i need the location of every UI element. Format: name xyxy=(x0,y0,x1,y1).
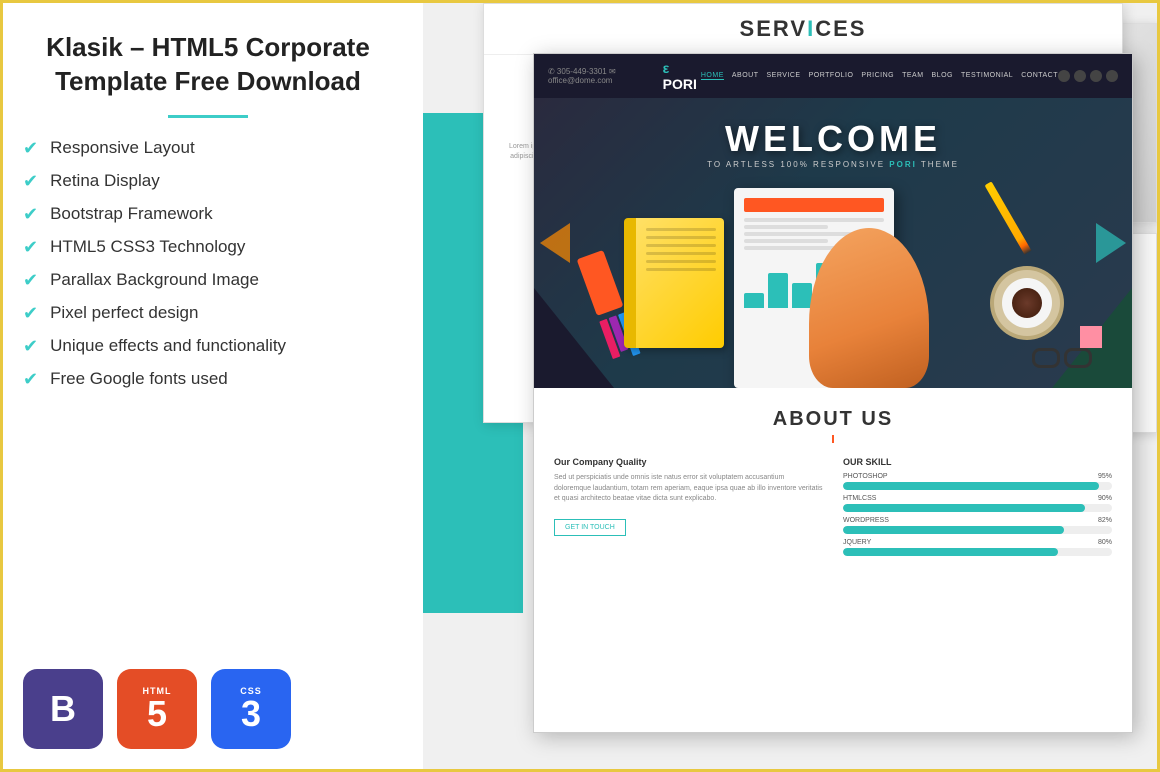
services-header: SERVICES xyxy=(484,4,1122,54)
teal-divider xyxy=(168,115,248,118)
hand-illustration xyxy=(809,228,929,388)
skill-jquery: JQUERY 80% xyxy=(843,539,1112,556)
skill-photoshop-label: PHOTOSHOP 95% xyxy=(843,473,1112,480)
feature-bootstrap: ✔ Bootstrap Framework xyxy=(23,204,393,225)
feature-effects: ✔ Unique effects and functionality xyxy=(23,336,393,357)
about-columns: Our Company Quality Sed ut perspiciatis … xyxy=(554,457,1112,561)
pori-nav-blog[interactable]: BLOG xyxy=(932,72,953,80)
social-icon-2[interactable] xyxy=(1074,70,1086,82)
skill-wordpress-label: WORDPRESS 82% xyxy=(843,517,1112,524)
glasses-lens-right xyxy=(1064,348,1092,368)
page-title: Klasik – HTML5 Corporate Template Free D… xyxy=(23,31,393,99)
hero-next-arrow[interactable] xyxy=(1096,223,1126,263)
social-icon-3[interactable] xyxy=(1090,70,1102,82)
skill-jquery-bar-bg xyxy=(843,548,1112,556)
glasses-lens-left xyxy=(1032,348,1060,368)
skill-wordpress-bar-bg xyxy=(843,526,1112,534)
skill-photoshop-bar-fill xyxy=(843,482,1099,490)
feature-pixel: ✔ Pixel perfect design xyxy=(23,303,393,324)
badge-css3: CSS 3 xyxy=(211,669,291,749)
services-title-highlight: I xyxy=(807,16,815,41)
social-icon-1[interactable] xyxy=(1058,70,1070,82)
badge-bootstrap: B xyxy=(23,669,103,749)
about-quality-text: Sed ut perspiciatis unde omnis iste natu… xyxy=(554,473,823,505)
skill-jquery-bar-fill xyxy=(843,548,1058,556)
badge-bootstrap-letter: B xyxy=(50,691,76,727)
badge-css3-number: 3 xyxy=(241,696,261,732)
feature-html5: ✔ HTML5 CSS3 Technology xyxy=(23,237,393,258)
pori-logo-epsilon: ε xyxy=(663,60,670,76)
skill-htmlcss: HTMLCSS 90% xyxy=(843,495,1112,512)
skill-htmlcss-bar-bg xyxy=(843,504,1112,512)
pori-nav: ✆ 305-449-3301 ✉ office@dome.com ε PORI … xyxy=(534,54,1132,98)
pori-about-section: ABOUT US Our Company Quality Sed ut pers… xyxy=(534,388,1132,581)
check-icon-pixel: ✔ xyxy=(23,303,38,324)
about-title: ABOUT US xyxy=(554,408,1112,443)
skill-photoshop: PHOTOSHOP 95% xyxy=(843,473,1112,490)
feature-retina: ✔ Retina Display xyxy=(23,171,393,192)
pori-hero: WELCOME TO ARTLESS 100% RESPONSIVE PORI … xyxy=(534,98,1132,388)
pori-screenshot: ✆ 305-449-3301 ✉ office@dome.com ε PORI … xyxy=(533,53,1133,733)
pori-nav-testimonial[interactable]: TESTIMONIAL xyxy=(961,72,1013,80)
badge-html5-number: 5 xyxy=(147,696,167,732)
pori-nav-links: HOME ABOUT SERVICE PORTFOLIO PRICING TEA… xyxy=(701,72,1058,80)
coffee-illustration xyxy=(1002,278,1052,328)
pencil-illustration xyxy=(1004,178,1012,258)
skill-htmlcss-bar-fill xyxy=(843,504,1085,512)
pori-nav-contact[interactable]: CONTACT xyxy=(1021,72,1058,80)
pori-logo: ε PORI xyxy=(663,60,701,92)
badge-html5: HTML 5 xyxy=(117,669,197,749)
services-title: SERVICES xyxy=(504,16,1102,42)
pori-nav-pricing[interactable]: PRICING xyxy=(861,72,894,80)
about-skills-title: OUR SKILL xyxy=(843,457,1112,467)
feature-responsive: ✔ Responsive Layout xyxy=(23,138,393,159)
check-icon-fonts: ✔ xyxy=(23,369,38,390)
feature-parallax: ✔ Parallax Background Image xyxy=(23,270,393,291)
pori-nav-service[interactable]: SERVICE xyxy=(766,72,800,80)
pori-nav-portfolio[interactable]: PORTFOLIO xyxy=(809,72,854,80)
left-panel: Klasik – HTML5 Corporate Template Free D… xyxy=(3,3,423,769)
check-icon-retina: ✔ xyxy=(23,171,38,192)
hero-subtitle: TO ARTLESS 100% RESPONSIVE PORI THEME xyxy=(707,160,959,169)
badges-row: B HTML 5 CSS 3 xyxy=(23,659,393,749)
skill-photoshop-bar-bg xyxy=(843,482,1112,490)
check-icon-parallax: ✔ xyxy=(23,270,38,291)
skill-htmlcss-label: HTMLCSS 90% xyxy=(843,495,1112,502)
hero-brand: PORI xyxy=(889,160,917,169)
get-in-touch-button[interactable]: GET IN TOUCH xyxy=(554,519,626,536)
about-quality-title: Our Company Quality xyxy=(554,457,823,467)
check-icon-responsive: ✔ xyxy=(23,138,38,159)
check-icon-bootstrap: ✔ xyxy=(23,204,38,225)
pori-nav-home[interactable]: HOME xyxy=(701,72,724,80)
hero-text-block: WELCOME TO ARTLESS 100% RESPONSIVE PORI … xyxy=(707,118,959,169)
skill-jquery-label: JQUERY 80% xyxy=(843,539,1112,546)
pori-nav-about[interactable]: ABOUT xyxy=(732,72,759,80)
pori-social-icons xyxy=(1058,70,1118,82)
social-icon-4[interactable] xyxy=(1106,70,1118,82)
pink-cube-decoration xyxy=(1080,326,1102,348)
pori-nav-team[interactable]: TEAM xyxy=(902,72,923,80)
main-container: Klasik – HTML5 Corporate Template Free D… xyxy=(3,3,1157,769)
skill-wordpress: WORDPRESS 82% xyxy=(843,517,1112,534)
about-quality-col: Our Company Quality Sed ut perspiciatis … xyxy=(554,457,823,561)
right-panel: SERVICES GRAPHICS Lorem ipsum dolor sit xyxy=(423,3,1157,769)
notebook-illustration xyxy=(624,218,724,368)
skill-wordpress-bar-fill xyxy=(843,526,1064,534)
about-skills-col: OUR SKILL PHOTOSHOP 95% xyxy=(843,457,1112,561)
check-icon-effects: ✔ xyxy=(23,336,38,357)
hero-prev-arrow[interactable] xyxy=(540,223,570,263)
check-icon-html5: ✔ xyxy=(23,237,38,258)
glasses-illustration xyxy=(1032,348,1092,368)
pori-contact-info: ✆ 305-449-3301 ✉ office@dome.com xyxy=(548,67,663,85)
hero-title: WELCOME xyxy=(707,118,959,160)
feature-fonts: ✔ Free Google fonts used xyxy=(23,369,393,390)
features-list: ✔ Responsive Layout ✔ Retina Display ✔ B… xyxy=(23,138,393,402)
